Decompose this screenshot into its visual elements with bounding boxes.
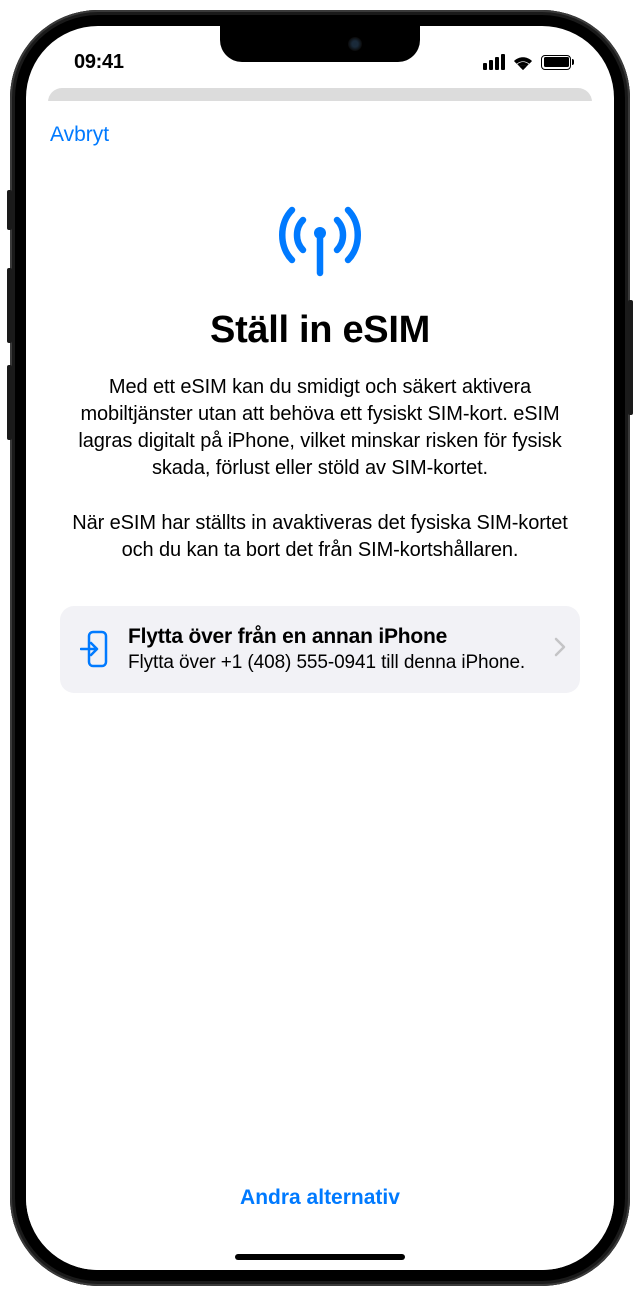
notch [220,26,420,62]
power-button [628,300,633,415]
battery-icon [541,55,574,70]
phone-frame: 09:41 [10,10,630,1286]
volume-down-button [7,365,12,440]
option-title: Flytta över från en annan iPhone [128,624,536,649]
volume-up-button [7,268,12,343]
cancel-button[interactable]: Avbryt [50,123,109,147]
home-indicator[interactable] [235,1254,405,1260]
transfer-from-iphone-option[interactable]: Flytta över från en annan iPhone Flytta … [60,606,580,693]
option-text: Flytta över från en annan iPhone Flytta … [128,624,536,675]
content-area: Ställ in eSIM Med ett eSIM kan du smidig… [26,157,614,1270]
cellular-signal-icon [483,54,505,70]
cellular-antenna-icon [60,197,580,277]
status-time: 09:41 [74,51,124,74]
status-indicators [483,54,574,70]
description-paragraph-2: När eSIM har ställts in avaktiveras det … [60,510,580,564]
modal-sheet: Avbryt Ställ in eSIM [26,101,614,1270]
sheet-header: Avbryt [26,101,614,157]
wifi-icon [512,54,534,70]
option-subtitle: Flytta över +1 (408) 555-0941 till denna… [128,651,536,675]
page-title: Ställ in eSIM [60,309,580,352]
screen: 09:41 [26,26,614,1270]
chevron-right-icon [554,637,566,662]
front-camera [348,37,362,51]
transfer-in-icon [78,629,110,669]
other-options-button[interactable]: Andra alternativ [240,1186,400,1210]
description-paragraph-1: Med ett eSIM kan du smidigt och säkert a… [60,374,580,482]
silence-switch [7,190,12,230]
